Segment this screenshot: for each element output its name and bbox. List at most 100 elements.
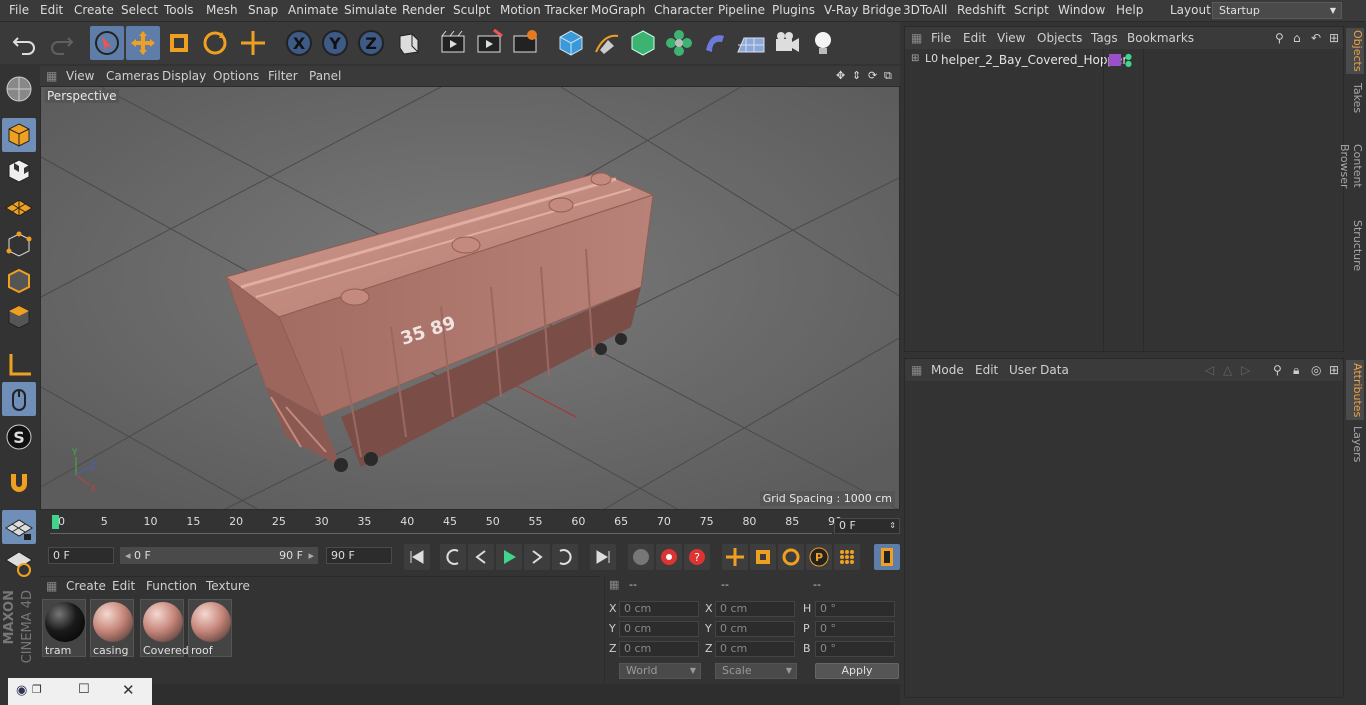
- material-swatch[interactable]: casing: [90, 599, 134, 657]
- end-frame-field[interactable]: 90 F: [326, 547, 392, 564]
- y-axis-button[interactable]: Y: [318, 26, 352, 60]
- menu-vray-bridge[interactable]: V-Ray Bridge: [824, 3, 901, 17]
- menu-window[interactable]: Window: [1058, 3, 1105, 17]
- om-menu-view[interactable]: View: [997, 31, 1025, 45]
- workplane-mode-button[interactable]: [2, 190, 36, 224]
- pos-x-field[interactable]: 0 cm: [619, 601, 699, 617]
- menu-redshift[interactable]: Redshift: [957, 3, 1006, 17]
- object-row[interactable]: ⊞ L0 helper_2_Bay_Covered_Hopper ● ●: [905, 51, 1343, 69]
- new-window-icon[interactable]: ⊞: [1329, 31, 1339, 45]
- menu-create[interactable]: Create: [74, 3, 114, 17]
- restore-icon[interactable]: ❐: [32, 683, 42, 696]
- object-name[interactable]: helper_2_Bay_Covered_Hopper: [941, 53, 1127, 67]
- subdivision-button[interactable]: [626, 26, 660, 60]
- key-scale-button[interactable]: [750, 544, 776, 570]
- target-icon[interactable]: ◎: [1311, 363, 1321, 377]
- grid-snap-button[interactable]: [2, 510, 36, 544]
- model-mode-button[interactable]: [2, 118, 36, 152]
- nav-back-icon[interactable]: ◁: [1205, 363, 1214, 377]
- cloner-button[interactable]: [662, 26, 696, 60]
- nav-forward-icon[interactable]: ▷: [1241, 363, 1250, 377]
- size-y-field[interactable]: 0 cm: [715, 621, 795, 637]
- vp-menu-filter[interactable]: Filter: [268, 69, 298, 83]
- x-axis-button[interactable]: X: [282, 26, 316, 60]
- close-icon[interactable]: ✕: [122, 681, 135, 699]
- range-right-arrow[interactable]: ▸: [308, 548, 314, 563]
- menu-3dtoall[interactable]: 3DToAll: [903, 3, 947, 17]
- menu-edit[interactable]: Edit: [40, 3, 63, 17]
- cube-button[interactable]: [554, 26, 588, 60]
- stepper-icon[interactable]: ⇕: [889, 519, 896, 533]
- am-menu-mode[interactable]: Mode: [931, 363, 964, 377]
- menu-script[interactable]: Script: [1014, 3, 1049, 17]
- go-to-start-button[interactable]: [404, 544, 430, 570]
- record-disabled-button[interactable]: [628, 544, 654, 570]
- prev-frame-button[interactable]: [468, 544, 494, 570]
- current-frame-field[interactable]: 0 F ⇕: [834, 518, 900, 534]
- expand-icon[interactable]: ⊞: [911, 53, 919, 64]
- perspective-viewport[interactable]: 35 89 Y Z X Perspective Grid Spacing : 1…: [40, 86, 900, 510]
- rot-p-field[interactable]: 0 °: [815, 621, 895, 637]
- tab-structure[interactable]: Structure: [1346, 218, 1364, 274]
- material-swatch[interactable]: roof: [188, 599, 232, 657]
- key-move-button[interactable]: [722, 544, 748, 570]
- texture-mode-button[interactable]: [2, 154, 36, 188]
- edges-mode-button[interactable]: [2, 264, 36, 298]
- render-picture-viewer-button[interactable]: [472, 26, 506, 60]
- om-menu-edit[interactable]: Edit: [963, 31, 986, 45]
- material-swatch[interactable]: tram: [42, 599, 86, 657]
- size-x-field[interactable]: 0 cm: [715, 601, 795, 617]
- z-axis-button[interactable]: Z: [354, 26, 388, 60]
- tweak-mode-button[interactable]: [2, 382, 36, 416]
- menu-sculpt[interactable]: Sculpt: [453, 3, 490, 17]
- vp-rotate-icon[interactable]: ⟳: [868, 69, 877, 82]
- am-menu-edit[interactable]: Edit: [975, 363, 998, 377]
- apply-button[interactable]: Apply: [815, 663, 899, 679]
- mat-menu-create[interactable]: Create: [66, 579, 106, 593]
- pos-y-field[interactable]: 0 cm: [619, 621, 699, 637]
- vp-menu-cameras[interactable]: Cameras: [106, 69, 159, 83]
- search-icon[interactable]: ⚲: [1273, 363, 1282, 377]
- rotate-tool-button[interactable]: [198, 26, 232, 60]
- visibility-dots-icon[interactable]: ● ●: [1125, 53, 1132, 68]
- om-menu-bookmarks[interactable]: Bookmarks: [1127, 31, 1194, 45]
- tab-layers[interactable]: Layers: [1346, 424, 1364, 464]
- key-rotate-button[interactable]: [778, 544, 804, 570]
- start-frame-field[interactable]: 0 F: [48, 547, 114, 564]
- polygons-mode-button[interactable]: [2, 300, 36, 334]
- vp-menu-options[interactable]: Options: [213, 69, 259, 83]
- play-button[interactable]: [496, 544, 522, 570]
- deformer-button[interactable]: [698, 26, 732, 60]
- menu-help[interactable]: Help: [1116, 3, 1143, 17]
- tab-attributes[interactable]: Attributes: [1346, 360, 1364, 420]
- nav-up-icon[interactable]: △: [1223, 363, 1232, 377]
- mat-menu-edit[interactable]: Edit: [112, 579, 135, 593]
- layout-select[interactable]: Startup ▼: [1212, 2, 1342, 19]
- mat-menu-texture[interactable]: Texture: [206, 579, 250, 593]
- select-tool-button[interactable]: [90, 26, 124, 60]
- mat-menu-function[interactable]: Function: [146, 579, 197, 593]
- home-icon[interactable]: ⌂: [1293, 31, 1301, 45]
- size-mode-select[interactable]: Scale ▼: [715, 663, 797, 679]
- floor-button[interactable]: [734, 26, 768, 60]
- live-select-button[interactable]: [236, 26, 270, 60]
- render-settings-button[interactable]: [508, 26, 542, 60]
- coordinate-space-select[interactable]: World ▼: [619, 663, 701, 679]
- camera-button[interactable]: [770, 26, 804, 60]
- rot-h-field[interactable]: 0 °: [815, 601, 895, 617]
- menu-pipeline[interactable]: Pipeline: [718, 3, 765, 17]
- vp-zoom-icon[interactable]: ⇕: [852, 69, 861, 82]
- om-menu-objects[interactable]: Objects: [1037, 31, 1082, 45]
- menu-simulate[interactable]: Simulate: [344, 3, 397, 17]
- menu-mograph[interactable]: MoGraph: [591, 3, 646, 17]
- vp-maximize-icon[interactable]: ⧉: [884, 69, 892, 83]
- workplane-lock-button[interactable]: [2, 546, 36, 580]
- material-tag-icon[interactable]: [1109, 54, 1121, 66]
- points-mode-button[interactable]: [2, 228, 36, 262]
- pen-spline-button[interactable]: [590, 26, 624, 60]
- menu-file[interactable]: File: [9, 3, 29, 17]
- magnet-button[interactable]: [2, 466, 36, 500]
- tab-objects[interactable]: Objects: [1346, 28, 1364, 74]
- search-icon[interactable]: ⚲: [1275, 31, 1284, 45]
- menu-plugins[interactable]: Plugins: [772, 3, 815, 17]
